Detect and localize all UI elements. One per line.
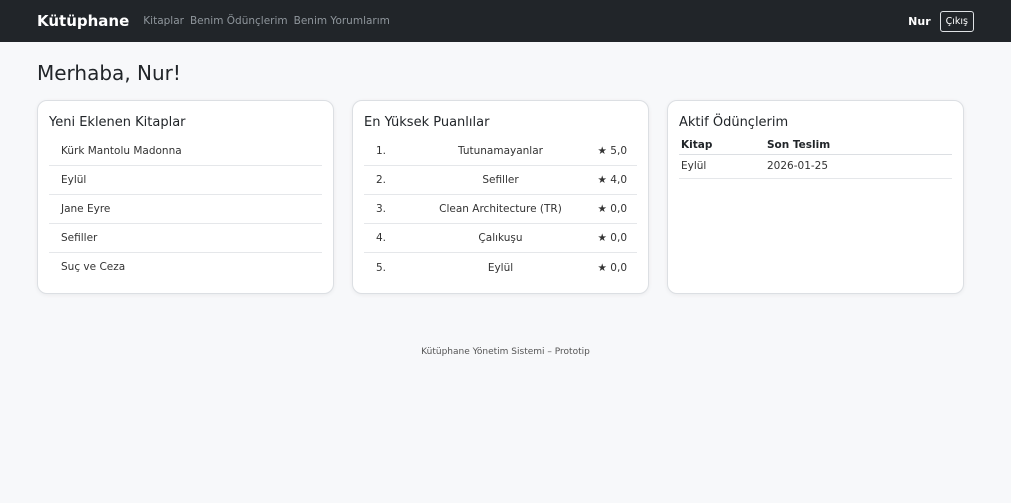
list-item[interactable]: Eylül	[49, 166, 322, 195]
rank-number: 1.	[376, 145, 387, 157]
list-item[interactable]: Jane Eyre	[49, 195, 322, 224]
book-title: Eylül	[487, 261, 514, 274]
rating-value: ★ 5,0	[597, 145, 627, 157]
nav-link-kitaplar[interactable]: Kitaplar	[143, 15, 184, 27]
book-title: Çalıkuşu	[478, 232, 523, 244]
rank-number: 5.	[376, 261, 387, 274]
active-loans-card: Aktif Ödünçlerim Kitap Son Teslim Eylül …	[667, 100, 964, 294]
rating-value: ★ 0,0	[597, 232, 627, 244]
nav-link-benim-oduncler[interactable]: Benim Ödünçlerim	[190, 15, 288, 27]
active-loans-table: Kitap Son Teslim Eylül 2026-01-25	[679, 137, 952, 179]
table-header-row: Kitap Son Teslim	[679, 137, 952, 155]
nav-link-benim-yorumlar[interactable]: Benim Yorumlarım	[294, 15, 390, 27]
list-item[interactable]: 3. Clean Architecture (TR) ★ 0,0	[364, 195, 637, 224]
list-item[interactable]: 4. Çalıkuşu ★ 0,0	[364, 224, 637, 253]
rank-number: 2.	[376, 174, 387, 186]
column-header-book: Kitap	[679, 137, 765, 155]
rating-value: ★ 0,0	[597, 261, 627, 274]
list-item[interactable]: Sefiller	[49, 224, 322, 253]
column-header-due: Son Teslim	[765, 137, 952, 155]
loan-book-cell: Eylül	[679, 154, 765, 179]
footer-text: Kütüphane Yönetim Sistemi – Prototip	[421, 347, 590, 357]
rank-number: 3.	[376, 203, 387, 215]
top-rated-list: 1. Tutunamayanlar ★ 5,0 2. Sefiller ★ 4,…	[364, 137, 637, 282]
rank-number: 4.	[376, 232, 387, 244]
page-title: Merhaba, Nur!	[37, 61, 181, 85]
list-item[interactable]: 5. Eylül ★ 0,0	[364, 253, 637, 282]
brand-logo[interactable]: Kütüphane	[37, 12, 129, 30]
new-books-title: Yeni Eklenen Kitaplar	[49, 115, 186, 130]
list-item[interactable]: Kürk Mantolu Madonna	[49, 137, 322, 166]
navbar: Kütüphane Kitaplar Benim Ödünçlerim Beni…	[0, 0, 1011, 42]
new-books-card: Yeni Eklenen Kitaplar Kürk Mantolu Madon…	[37, 100, 334, 294]
rating-value: ★ 4,0	[597, 174, 627, 186]
nav-user-name: Nur	[908, 14, 931, 28]
list-item[interactable]: 1. Tutunamayanlar ★ 5,0	[364, 137, 637, 166]
book-title: Sefiller	[482, 174, 519, 186]
loan-due-cell: 2026-01-25	[765, 154, 952, 179]
top-rated-card: En Yüksek Puanlılar 1. Tutunamayanlar ★ …	[352, 100, 649, 294]
logout-button[interactable]: Çıkış	[939, 10, 974, 32]
top-rated-title: En Yüksek Puanlılar	[364, 115, 490, 130]
book-title: Tutunamayanlar	[458, 145, 543, 157]
list-item[interactable]: 2. Sefiller ★ 4,0	[364, 166, 637, 195]
rating-value: ★ 0,0	[597, 203, 627, 215]
table-row: Eylül 2026-01-25	[679, 154, 952, 179]
active-loans-title: Aktif Ödünçlerim	[679, 115, 789, 130]
nav-user-area: Nur Çıkış	[908, 0, 974, 42]
book-title: Clean Architecture (TR)	[439, 203, 562, 215]
list-item[interactable]: Suç ve Ceza	[49, 253, 322, 282]
new-books-list: Kürk Mantolu Madonna Eylül Jane Eyre Sef…	[49, 137, 322, 282]
